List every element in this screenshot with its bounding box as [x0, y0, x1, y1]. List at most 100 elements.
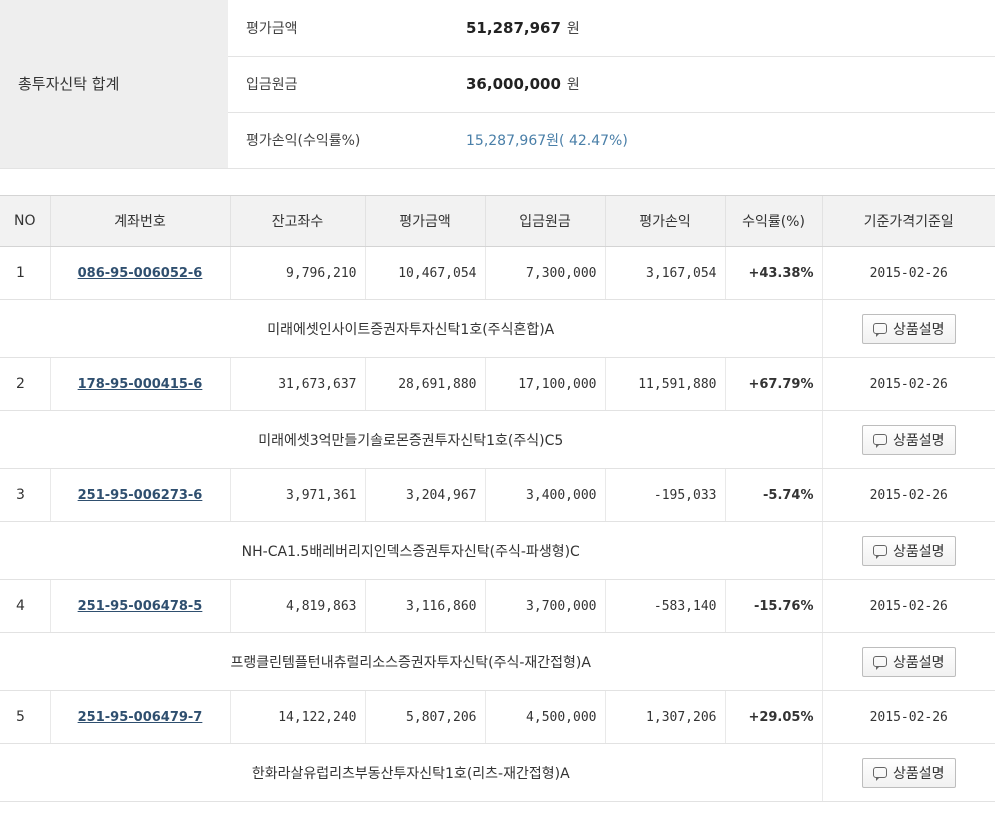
fund-detail-table: NO 계좌번호 잔고좌수 평가금액 입금원금 평가손익 수익률(%) 기준가격기… — [0, 195, 995, 802]
product-description-button[interactable]: 상품설명 — [861, 757, 956, 788]
fund-name-row: 미래에셋인사이트증권자투자신탁1호(주식혼합)A 상품설명 — [0, 299, 995, 358]
product-description-button[interactable]: 상품설명 — [861, 313, 956, 344]
fund-name-row: NH-CA1.5배레버리지인덱스증권투자신탁(주식-파생형)C 상품설명 — [0, 521, 995, 580]
eval-cell: 5,807,206 — [364, 690, 485, 744]
eval-cell: 3,116,860 — [364, 579, 485, 633]
col-pl: 평가손익 — [604, 195, 725, 247]
product-description-button[interactable]: 상품설명 — [861, 424, 956, 455]
col-date: 기준가격기준일 — [821, 195, 995, 247]
fund-name: 프랭클린템플턴내츄럴리소스증권자투자신탁(주식-재간접형)A — [0, 632, 822, 691]
button-cell: 상품설명 — [821, 410, 995, 469]
profit-value: 15,287,967원( 42.47%) — [456, 112, 995, 169]
account-cell: 251-95-006479-7 — [49, 690, 230, 744]
eval-amount-unit: 원 — [566, 20, 580, 37]
eval-cell: 3,204,967 — [364, 468, 485, 522]
deposit-label: 입금원금 — [228, 56, 456, 113]
account-link[interactable]: 251-95-006478-5 — [78, 599, 203, 614]
deposit-cell: 3,700,000 — [484, 579, 605, 633]
rate-cell: +29.05% — [724, 690, 822, 744]
date-cell: 2015-02-26 — [821, 246, 995, 300]
fund-name-row: 미래에셋3억만들기솔로몬증권투자신탁1호(주식)C5 상품설명 — [0, 410, 995, 469]
eval-amount-value: 51,287,967 원 — [456, 0, 995, 57]
fund-name: NH-CA1.5배레버리지인덱스증권투자신탁(주식-파생형)C — [0, 521, 822, 580]
pl-cell: 11,591,880 — [604, 357, 725, 411]
date-cell: 2015-02-26 — [821, 579, 995, 633]
account-link[interactable]: 178-95-000415-6 — [78, 377, 203, 392]
rate-cell: +67.79% — [724, 357, 822, 411]
speech-bubble-icon — [872, 767, 887, 781]
deposit-cell: 3,400,000 — [484, 468, 605, 522]
button-cell: 상품설명 — [821, 632, 995, 691]
account-cell: 086-95-006052-6 — [49, 246, 230, 300]
product-description-button[interactable]: 상품설명 — [861, 535, 956, 566]
eval-cell: 10,467,054 — [364, 246, 485, 300]
row-no: 4 — [0, 579, 50, 633]
units-cell: 4,819,863 — [229, 579, 365, 633]
account-cell: 251-95-006273-6 — [49, 468, 230, 522]
row-no: 2 — [0, 357, 50, 411]
fund-portfolio-page: 총투자신탁 합계 평가금액 51,287,967 원 입금원금 36,000,00… — [0, 0, 995, 818]
button-label: 상품설명 — [892, 543, 945, 560]
units-cell: 3,971,361 — [229, 468, 365, 522]
speech-bubble-icon — [872, 434, 887, 448]
col-units: 잔고좌수 — [229, 195, 365, 247]
deposit-number: 36,000,000 — [466, 75, 561, 93]
pl-cell: 3,167,054 — [604, 246, 725, 300]
button-cell: 상품설명 — [821, 299, 995, 358]
col-eval: 평가금액 — [364, 195, 485, 247]
speech-bubble-icon — [872, 656, 887, 670]
eval-amount-number: 51,287,967 — [466, 18, 561, 37]
pl-cell: -195,033 — [604, 468, 725, 522]
pl-cell: 1,307,206 — [604, 690, 725, 744]
button-label: 상품설명 — [892, 765, 945, 782]
table-row: 1 086-95-006052-6 9,796,210 10,467,054 7… — [0, 246, 995, 300]
col-account: 계좌번호 — [49, 195, 230, 247]
profit-label: 평가손익(수익률%) — [228, 112, 456, 169]
deposit-cell: 17,100,000 — [484, 357, 605, 411]
speech-bubble-icon — [872, 545, 887, 559]
eval-amount-label: 평가금액 — [228, 0, 456, 57]
rate-cell: -5.74% — [724, 468, 822, 522]
button-label: 상품설명 — [892, 432, 945, 449]
date-cell: 2015-02-26 — [821, 690, 995, 744]
table-row: 2 178-95-000415-6 31,673,637 28,691,880 … — [0, 357, 995, 411]
units-cell: 14,122,240 — [229, 690, 365, 744]
account-link[interactable]: 251-95-006273-6 — [78, 488, 203, 503]
button-label: 상품설명 — [892, 654, 945, 671]
col-deposit: 입금원금 — [484, 195, 605, 247]
table-row: 5 251-95-006479-7 14,122,240 5,807,206 4… — [0, 690, 995, 744]
account-cell: 178-95-000415-6 — [49, 357, 230, 411]
summary-row-eval: 총투자신탁 합계 평가금액 51,287,967 원 — [0, 0, 995, 169]
table-row: 4 251-95-006478-5 4,819,863 3,116,860 3,… — [0, 579, 995, 633]
summary-header: 총투자신탁 합계 — [0, 0, 228, 169]
row-no: 3 — [0, 468, 50, 522]
account-link[interactable]: 251-95-006479-7 — [78, 710, 203, 725]
deposit-value: 36,000,000 원 — [456, 56, 995, 113]
table-header-row: NO 계좌번호 잔고좌수 평가금액 입금원금 평가손익 수익률(%) 기준가격기… — [0, 195, 995, 247]
button-cell: 상품설명 — [821, 521, 995, 580]
fund-name-row: 한화라살유럽리츠부동산투자신탁1호(리츠-재간접형)A 상품설명 — [0, 743, 995, 802]
deposit-cell: 4,500,000 — [484, 690, 605, 744]
units-cell: 31,673,637 — [229, 357, 365, 411]
deposit-unit: 원 — [566, 77, 580, 93]
date-cell: 2015-02-26 — [821, 357, 995, 411]
pl-cell: -583,140 — [604, 579, 725, 633]
account-cell: 251-95-006478-5 — [49, 579, 230, 633]
fund-name: 한화라살유럽리츠부동산투자신탁1호(리츠-재간접형)A — [0, 743, 822, 802]
rate-cell: +43.38% — [724, 246, 822, 300]
fund-name: 미래에셋3억만들기솔로몬증권투자신탁1호(주식)C5 — [0, 410, 822, 469]
summary-table: 총투자신탁 합계 평가금액 51,287,967 원 입금원금 36,000,00… — [0, 0, 995, 169]
product-description-button[interactable]: 상품설명 — [861, 646, 956, 677]
button-label: 상품설명 — [892, 321, 945, 338]
rate-cell: -15.76% — [724, 579, 822, 633]
col-rate: 수익률(%) — [724, 195, 822, 247]
button-cell: 상품설명 — [821, 743, 995, 802]
eval-cell: 28,691,880 — [364, 357, 485, 411]
date-cell: 2015-02-26 — [821, 468, 995, 522]
account-link[interactable]: 086-95-006052-6 — [78, 266, 203, 281]
col-no: NO — [0, 195, 50, 247]
table-row: 3 251-95-006273-6 3,971,361 3,204,967 3,… — [0, 468, 995, 522]
fund-name-row: 프랭클린템플턴내츄럴리소스증권자투자신탁(주식-재간접형)A 상품설명 — [0, 632, 995, 691]
row-no: 5 — [0, 690, 50, 744]
deposit-cell: 7,300,000 — [484, 246, 605, 300]
